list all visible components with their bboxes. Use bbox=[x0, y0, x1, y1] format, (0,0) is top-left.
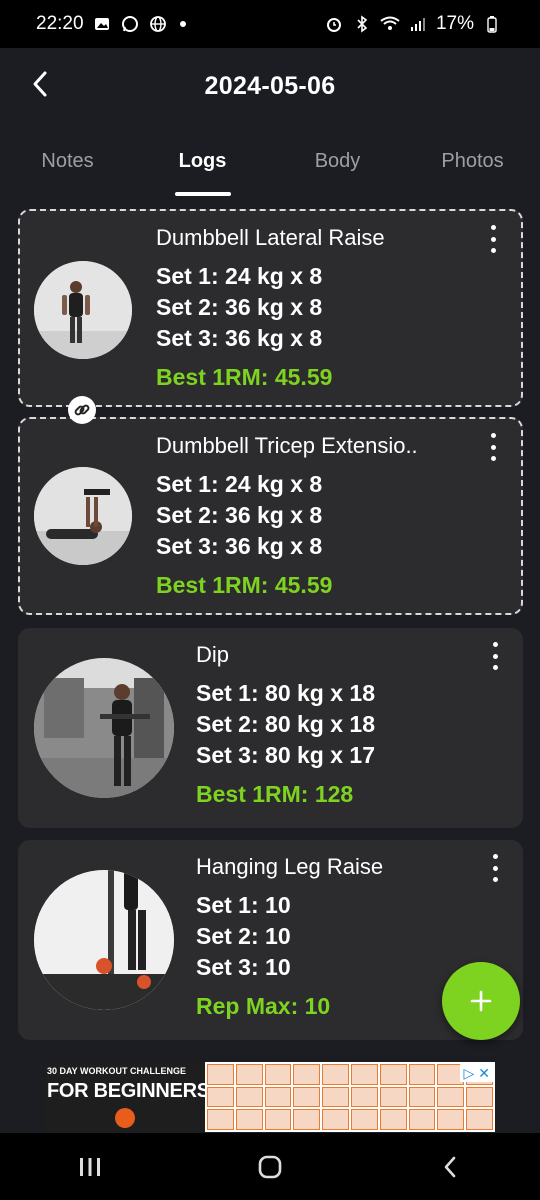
exercise-thumbnail bbox=[34, 870, 174, 1010]
exercise-name: Dumbbell Lateral Raise bbox=[156, 225, 385, 250]
battery-percent: 17% bbox=[435, 13, 474, 34]
ad-controls: ▷ ✕ bbox=[460, 1064, 493, 1082]
exercise-thumbnail bbox=[34, 467, 132, 565]
ad-banner[interactable]: 30 DAY WORKOUT CHALLENGE FOR BEGINNERS ▷… bbox=[45, 1062, 495, 1132]
wifi-icon bbox=[380, 14, 400, 34]
system-nav-bar bbox=[0, 1133, 540, 1200]
set-line: Set 3: 36 kg x 8 bbox=[156, 325, 323, 351]
whatsapp-icon bbox=[120, 14, 140, 34]
set-line: Set 2: 36 kg x 8 bbox=[156, 502, 323, 528]
more-options-icon[interactable] bbox=[485, 225, 501, 253]
page-title: 2024-05-06 bbox=[204, 71, 336, 100]
exercise-thumbnail bbox=[34, 261, 132, 359]
set-line: Set 2: 80 kg x 18 bbox=[196, 711, 375, 737]
signal-icon bbox=[408, 14, 428, 34]
status-left: 22:20 bbox=[36, 13, 186, 35]
ad-logo bbox=[115, 1108, 135, 1128]
set-line: Set 2: 36 kg x 8 bbox=[156, 294, 323, 320]
bluetooth-icon bbox=[352, 14, 372, 34]
set-line: Set 1: 24 kg x 8 bbox=[156, 471, 323, 497]
home-icon[interactable] bbox=[240, 1147, 300, 1187]
add-exercise-button[interactable] bbox=[442, 962, 520, 1040]
link-icon[interactable] bbox=[68, 396, 96, 424]
exercise-card[interactable]: Dip Set 1: 80 kg x 18 Set 2: 80 kg x 18 … bbox=[18, 628, 523, 828]
best-1rm: Best 1RM: 45.59 bbox=[156, 364, 333, 390]
exercise-name: Dip bbox=[196, 642, 230, 667]
tab-photos[interactable]: Photos bbox=[405, 138, 540, 196]
ad-image-grid bbox=[205, 1062, 495, 1132]
exercise-details: Dumbbell Lateral Raise Set 1: 24 kg x 8 … bbox=[156, 225, 385, 393]
more-options-icon[interactable] bbox=[487, 854, 503, 882]
set-line: Set 3: 10 bbox=[196, 954, 291, 980]
ad-text-panel: 30 DAY WORKOUT CHALLENGE FOR BEGINNERS bbox=[45, 1062, 210, 1132]
exercise-details: Hanging Leg Raise Set 1: 10 Set 2: 10 Se… bbox=[196, 854, 383, 1022]
status-time: 22:20 bbox=[36, 13, 84, 34]
exercise-thumbnail bbox=[34, 658, 174, 798]
tab-bar: Notes Logs Body Photos bbox=[0, 138, 540, 196]
tab-body[interactable]: Body bbox=[270, 138, 405, 196]
app-header: 2024-05-06 bbox=[0, 48, 540, 124]
plus-icon bbox=[470, 990, 492, 1012]
set-line: Set 3: 80 kg x 17 bbox=[196, 742, 375, 768]
best-1rm: Best 1RM: 128 bbox=[196, 781, 354, 807]
set-line: Set 1: 80 kg x 18 bbox=[196, 680, 375, 706]
back-button[interactable] bbox=[22, 66, 58, 102]
close-icon[interactable]: ✕ bbox=[478, 1065, 490, 1081]
alarm-icon bbox=[324, 14, 344, 34]
set-line: Set 1: 10 bbox=[196, 892, 291, 918]
recent-apps-icon[interactable] bbox=[60, 1147, 120, 1187]
image-icon bbox=[92, 14, 112, 34]
chevron-left-icon bbox=[33, 71, 47, 97]
more-options-icon[interactable] bbox=[487, 642, 503, 670]
more-options-icon[interactable] bbox=[485, 433, 501, 461]
tab-notes[interactable]: Notes bbox=[0, 138, 135, 196]
best-1rm: Best 1RM: 45.59 bbox=[156, 572, 333, 598]
status-right: 17% bbox=[324, 13, 502, 35]
exercise-card[interactable]: Dumbbell Tricep Extensio.. Set 1: 24 kg … bbox=[18, 417, 523, 615]
set-line: Set 2: 10 bbox=[196, 923, 291, 949]
battery-icon bbox=[482, 14, 502, 34]
set-line: Set 1: 24 kg x 8 bbox=[156, 263, 323, 289]
globe-icon bbox=[148, 14, 168, 34]
tab-logs[interactable]: Logs bbox=[135, 138, 270, 196]
ad-headline: 30 DAY WORKOUT CHALLENGE bbox=[47, 1066, 187, 1076]
exercise-name: Dumbbell Tricep Extensio.. bbox=[156, 433, 418, 458]
exercise-name: Hanging Leg Raise bbox=[196, 854, 384, 879]
set-line: Set 3: 36 kg x 8 bbox=[156, 533, 323, 559]
exercise-card[interactable]: Dumbbell Lateral Raise Set 1: 24 kg x 8 … bbox=[18, 209, 523, 407]
exercise-details: Dumbbell Tricep Extensio.. Set 1: 24 kg … bbox=[156, 433, 418, 601]
rep-max: Rep Max: 10 bbox=[196, 993, 331, 1019]
exercise-details: Dip Set 1: 80 kg x 18 Set 2: 80 kg x 18 … bbox=[196, 642, 375, 810]
adchoices-icon[interactable]: ▷ bbox=[463, 1065, 474, 1081]
status-bar: 22:20 17% bbox=[0, 0, 540, 48]
notification-dot bbox=[179, 21, 186, 27]
back-icon[interactable] bbox=[420, 1147, 480, 1187]
ad-subline: FOR BEGINNERS bbox=[47, 1080, 210, 1102]
